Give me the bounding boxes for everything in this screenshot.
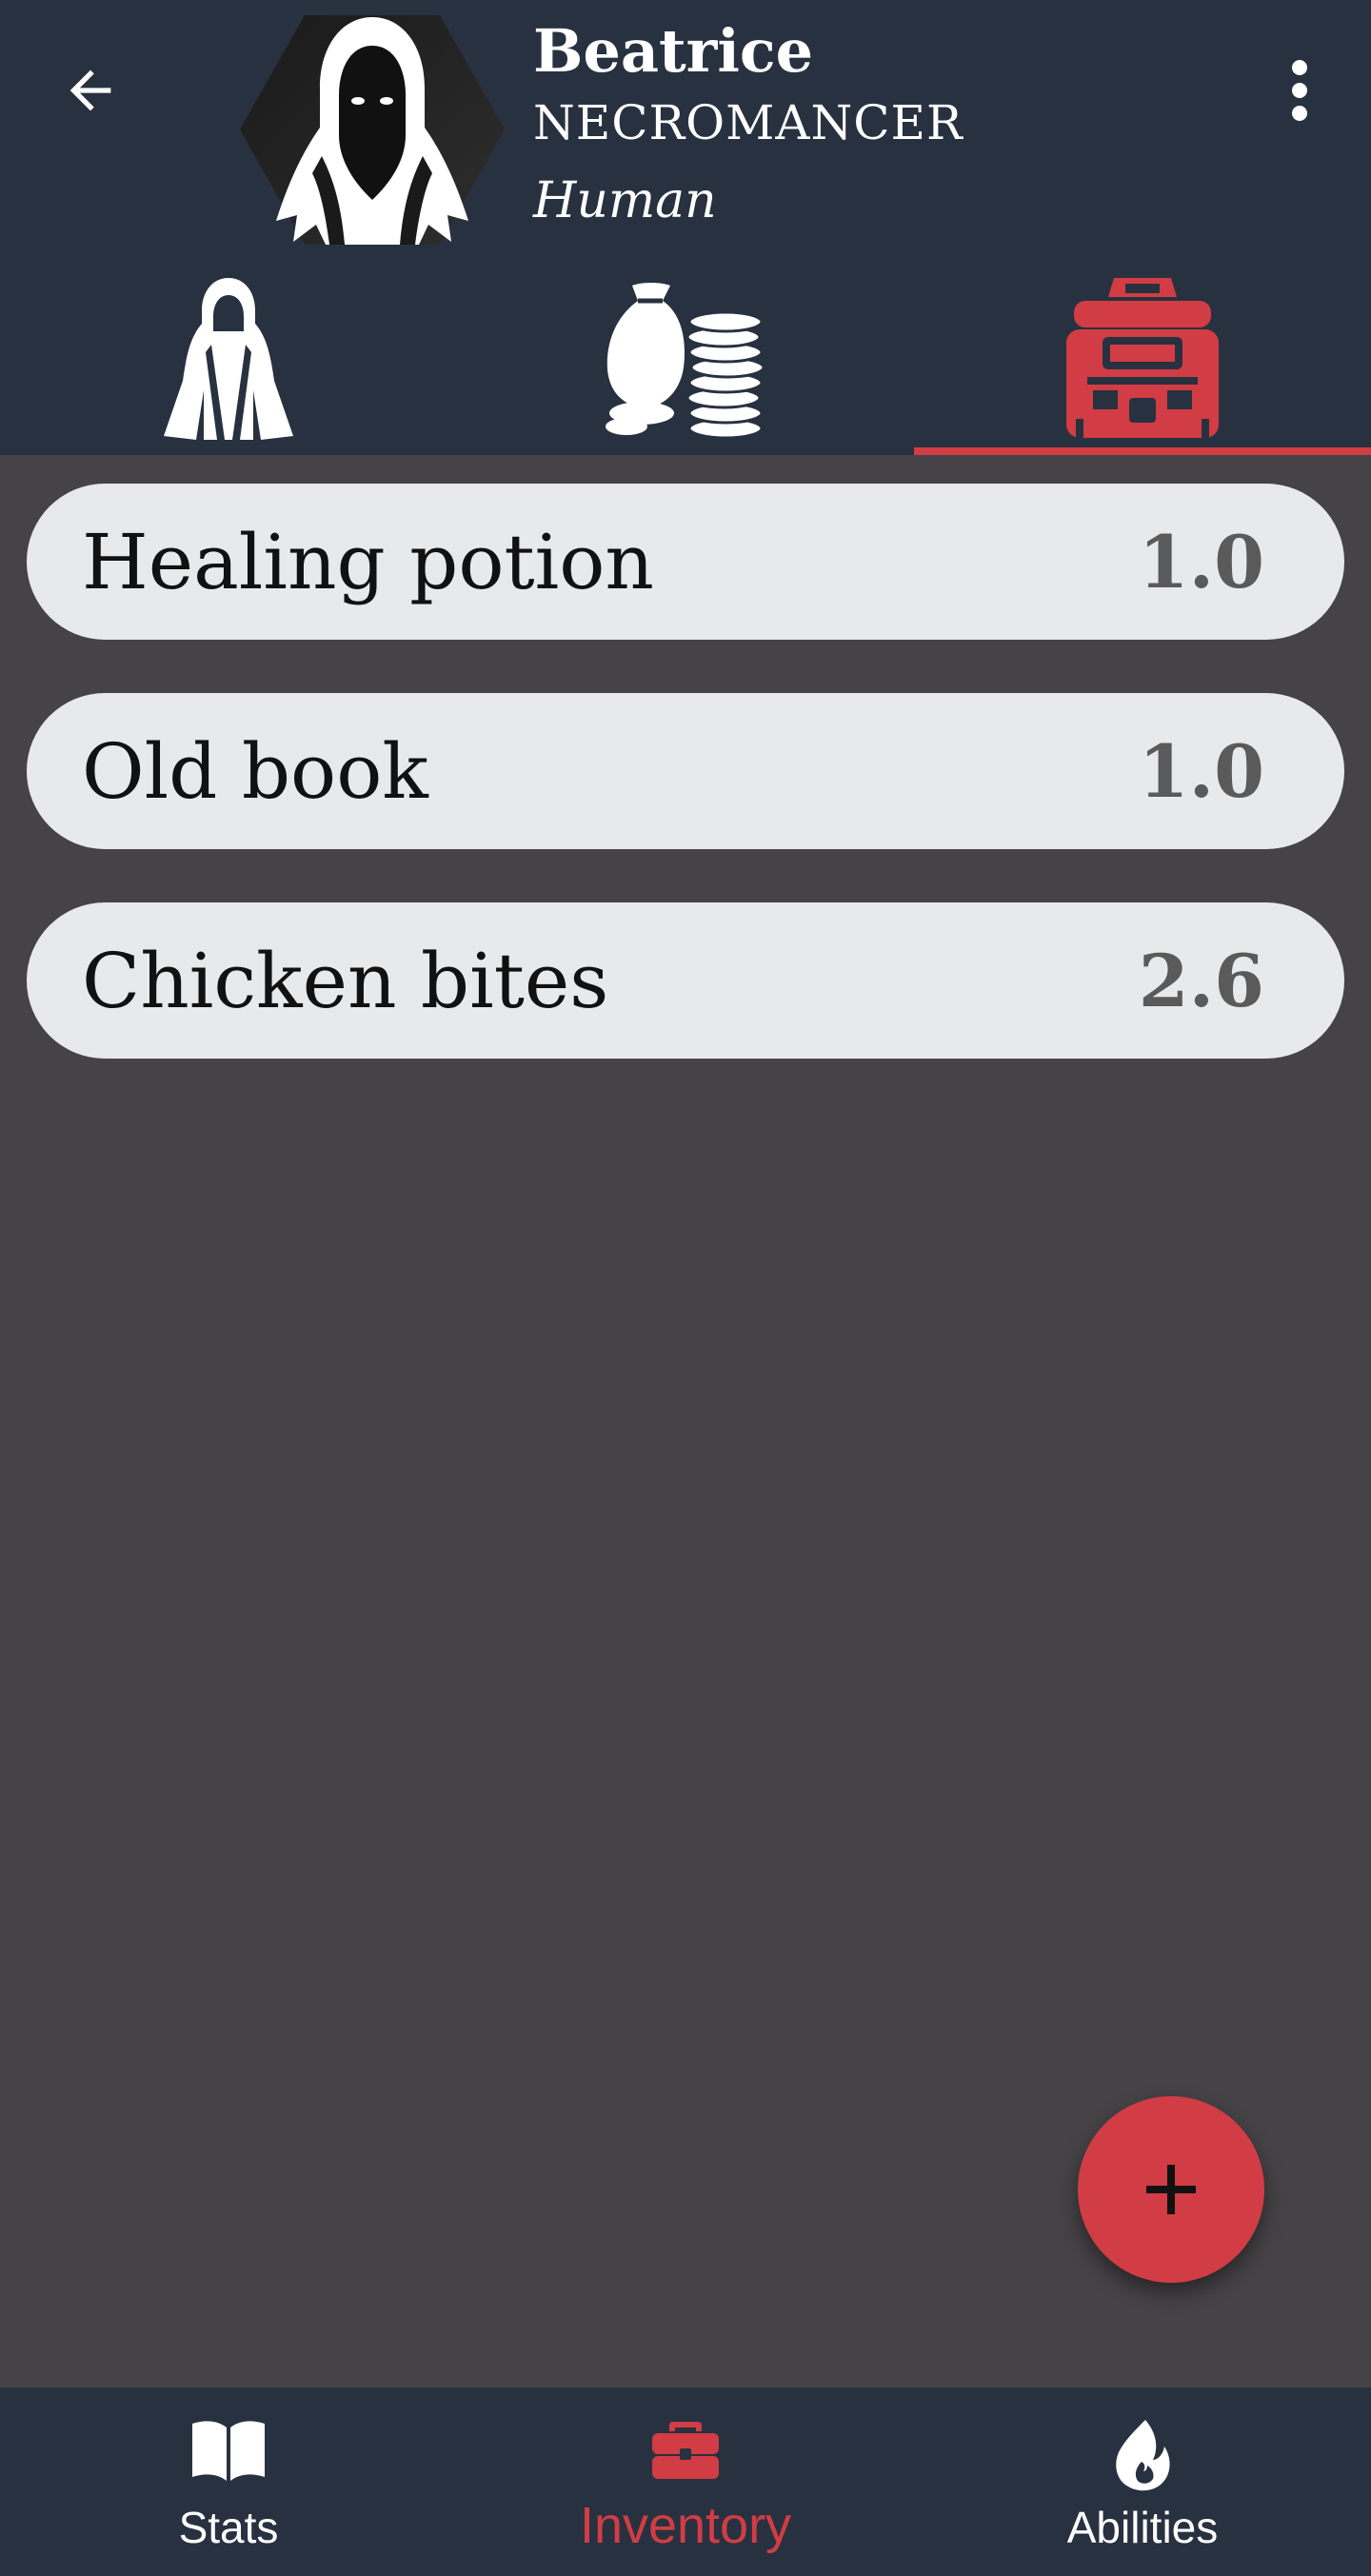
item-name: Chicken bites (82, 936, 609, 1025)
inventory-item[interactable]: Healing potion 1.0 (27, 484, 1344, 640)
item-name: Old book (82, 726, 428, 816)
hooded-robe-icon (164, 277, 293, 440)
back-button[interactable] (48, 48, 133, 133)
flame-icon (1116, 2420, 1170, 2491)
hooded-figure-avatar-icon (240, 15, 505, 245)
character-name: Beatrice (533, 16, 814, 86)
inventory-list: Healing potion 1.0 Old book 1.0 Chicken … (27, 484, 1344, 1112)
add-item-button[interactable] (1078, 2096, 1264, 2283)
nav-item-abilities[interactable]: Abilities (914, 2388, 1371, 2576)
inventory-item[interactable]: Chicken bites 2.6 (27, 902, 1344, 1059)
nav-label-stats: Stats (178, 2503, 279, 2552)
item-weight: 1.0 (1138, 728, 1264, 814)
backpack-icon (1066, 277, 1219, 438)
book-open-icon (192, 2421, 265, 2481)
nav-item-inventory[interactable]: Inventory (457, 2388, 914, 2576)
inventory-tabs (0, 262, 1371, 455)
money-bag-coins-icon (606, 282, 765, 438)
character-header: Beatrice NECROMANCER Human (0, 0, 1371, 262)
arrow-left-icon (70, 69, 111, 111)
character-avatar[interactable] (238, 13, 507, 247)
nav-label-inventory: Inventory (579, 2497, 792, 2554)
more-options-button[interactable] (1257, 48, 1342, 133)
character-class: NECROMANCER (533, 95, 964, 150)
tab-wealth[interactable] (457, 262, 914, 455)
app-header: Beatrice NECROMANCER Human (0, 0, 1371, 455)
bottom-navigation: Stats Inventory Abilities (0, 2388, 1371, 2576)
character-race: Human (533, 172, 717, 229)
tab-inventory[interactable] (914, 262, 1371, 455)
plus-icon (1146, 2165, 1196, 2214)
nav-label-abilities: Abilities (1066, 2503, 1219, 2552)
more-vertical-icon (1292, 60, 1307, 121)
nav-item-stats[interactable]: Stats (0, 2388, 457, 2576)
item-name: Healing potion (82, 517, 654, 606)
item-weight: 2.6 (1138, 938, 1264, 1023)
item-weight: 1.0 (1138, 519, 1264, 604)
tab-equipment[interactable] (0, 262, 457, 455)
inventory-item[interactable]: Old book 1.0 (27, 693, 1344, 849)
briefcase-icon (652, 2422, 719, 2479)
